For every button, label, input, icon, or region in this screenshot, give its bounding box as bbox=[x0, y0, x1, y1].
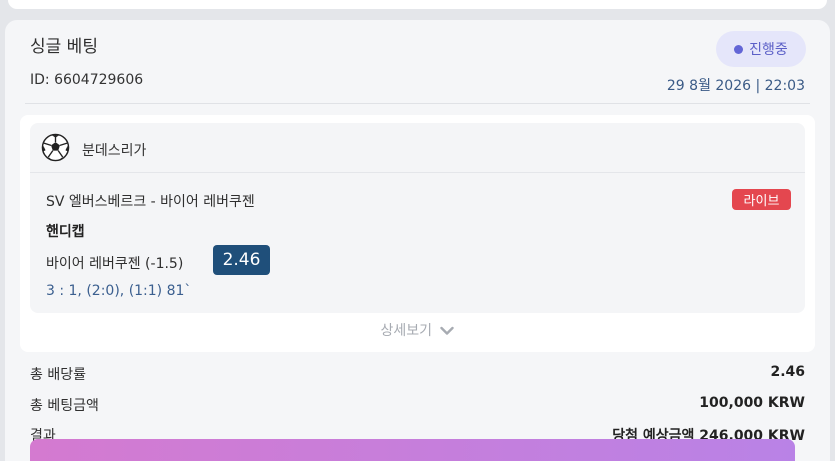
soccer-ball-icon bbox=[41, 133, 70, 162]
live-badge: 라이브 bbox=[732, 189, 791, 210]
league-row: 분데스리가 bbox=[30, 123, 805, 173]
odds-badge: 2.46 bbox=[213, 245, 270, 275]
details-toggle-button[interactable]: 상세보기 bbox=[20, 320, 815, 340]
total-odds-label: 총 배당률 bbox=[30, 367, 86, 383]
market-name: 핸디캡 bbox=[46, 224, 85, 240]
details-toggle-label: 상세보기 bbox=[380, 323, 433, 339]
chevron-down-icon bbox=[440, 326, 455, 335]
bet-card: 싱글 베팅 진행중 ID: 6604729606 29 8월 2026 | 22… bbox=[5, 20, 830, 461]
match-box: 분데스리가 SV 엘버스베르크 - 바이어 레버쿠젠 라이브 핸디캡 바이어 레… bbox=[30, 123, 805, 313]
total-stake-row: 총 베팅금액 100,000 KRW bbox=[30, 395, 805, 415]
match-name: SV 엘버스베르크 - 바이어 레버쿠젠 bbox=[46, 194, 255, 210]
bet-date: 29 8월 2026 | 22:03 bbox=[666, 78, 805, 94]
bet-id: ID: 6604729606 bbox=[30, 72, 144, 88]
league-name: 분데스리가 bbox=[82, 143, 147, 159]
bet-type-title: 싱글 베팅 bbox=[30, 37, 98, 57]
total-stake-value: 100,000 KRW bbox=[699, 395, 805, 411]
bet-details-panel: 분데스리가 SV 엘버스베르크 - 바이어 레버쿠젠 라이브 핸디캡 바이어 레… bbox=[20, 115, 815, 352]
live-score: 3 : 1, (2:0), (1:1) 81` bbox=[46, 283, 192, 299]
total-stake-label: 총 베팅금액 bbox=[30, 398, 99, 414]
total-odds-value: 2.46 bbox=[770, 364, 805, 380]
status-badge: 진행중 bbox=[716, 31, 806, 67]
status-dot-icon bbox=[734, 44, 744, 54]
status-label: 진행중 bbox=[749, 42, 788, 58]
header-divider bbox=[25, 103, 810, 104]
previous-card-edge bbox=[8, 0, 827, 9]
action-button-edge[interactable] bbox=[30, 439, 795, 461]
selection-name: 바이어 레버쿠젠 (-1.5) bbox=[46, 256, 184, 272]
total-odds-row: 총 배당률 2.46 bbox=[30, 364, 805, 384]
